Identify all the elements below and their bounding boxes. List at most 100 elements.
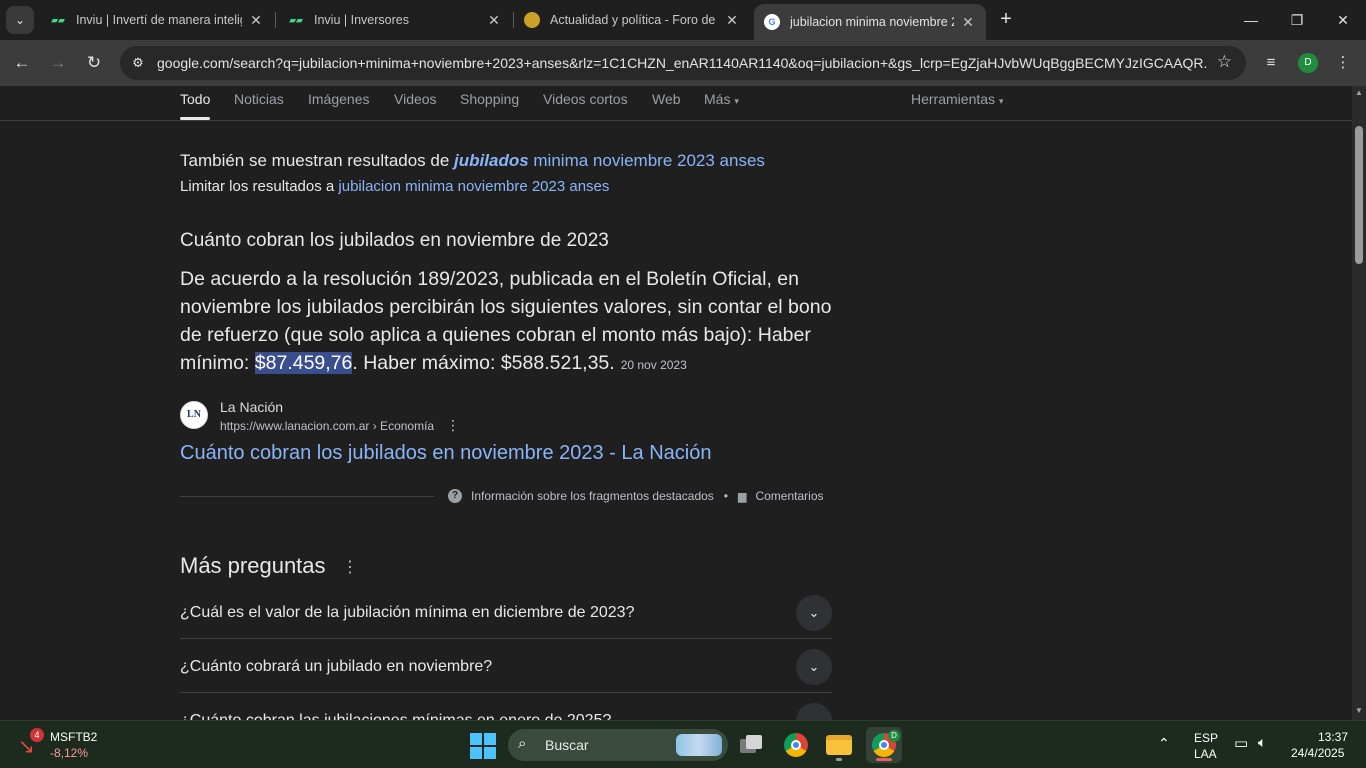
feedback-link[interactable]: Comentarios xyxy=(755,489,823,503)
snippet-date: 20 nov 2023 xyxy=(620,358,687,372)
original-query-link[interactable]: jubilacion minima noviembre 2023 anses xyxy=(338,178,609,195)
more-menu-icon[interactable]: ⋮ xyxy=(1332,52,1354,74)
corrected-query-link[interactable]: jubilados minima noviembre 2023 anses xyxy=(454,151,765,170)
chrome-icon xyxy=(784,733,808,757)
spelling-notice: También se muestran resultados de jubila… xyxy=(180,151,765,170)
question-row[interactable]: ¿Cuánto cobrará un jubilado en noviembre… xyxy=(180,640,832,693)
page-scrollbar[interactable]: ▲ ▼ xyxy=(1352,86,1366,720)
source-url[interactable]: https://www.lanacion.com.ar › Economía xyxy=(220,419,434,433)
network-icon[interactable]: ▭ xyxy=(1234,734,1248,752)
minimize-button[interactable]: — xyxy=(1228,6,1274,34)
chevron-down-icon: ⌄ xyxy=(14,13,26,27)
snippet-footer: ? Información sobre los fragmentos desta… xyxy=(448,489,824,503)
task-view-button[interactable] xyxy=(734,727,770,763)
question-row[interactable]: ¿Cuánto cobran las jubilaciones mínimas … xyxy=(180,694,832,720)
google-icon: G xyxy=(764,14,780,30)
result-menu-icon[interactable]: ⋮ xyxy=(446,417,460,434)
new-tab-button[interactable]: + xyxy=(994,8,1018,32)
media-controls-icon[interactable]: ≡ xyxy=(1260,52,1282,74)
tab-videos-cortos[interactable]: Videos cortos xyxy=(543,91,628,107)
tab-shopping[interactable]: Shopping xyxy=(460,91,519,107)
stock-change: -8,12% xyxy=(50,746,89,760)
restore-button[interactable]: ❐ xyxy=(1274,6,1320,34)
highlighted-value: $87.459,76 xyxy=(254,352,353,374)
scroll-up-icon[interactable]: ▲ xyxy=(1354,88,1364,97)
clock-date[interactable]: 24/4/2025 xyxy=(1291,746,1344,760)
tab-inviu-2[interactable]: ▰▰ Inviu | Inversores ✕ xyxy=(278,4,512,36)
site-info-icon[interactable]: ⚙ xyxy=(128,53,148,73)
search-tabs: Todo Noticias Imágenes Videos Shopping V… xyxy=(0,86,1352,121)
limit-results-notice: Limitar los resultados a jubilacion mini… xyxy=(180,178,610,195)
profile-avatar[interactable]: D xyxy=(1298,53,1318,73)
chrome-taskbar-button[interactable] xyxy=(778,727,814,763)
taskbar: ↘ 4 MSFTB2 -8,12% ⌕ Buscar D ⌃ ESP LAA ▭… xyxy=(0,720,1366,768)
close-tab-icon[interactable]: ✕ xyxy=(486,12,502,29)
divider xyxy=(180,496,434,497)
scroll-down-icon[interactable]: ▼ xyxy=(1354,706,1364,715)
inviu-logo-icon: ▰▰ xyxy=(51,14,65,25)
forum-icon xyxy=(524,12,540,28)
url-text[interactable]: google.com/search?q=jubilacion+minima+no… xyxy=(157,55,1207,71)
language-indicator[interactable]: ESP xyxy=(1194,731,1218,745)
file-explorer-button[interactable] xyxy=(821,727,857,763)
tab-videos[interactable]: Videos xyxy=(394,91,437,107)
close-window-button[interactable]: ✕ xyxy=(1320,6,1366,34)
chrome-profile-taskbar-button[interactable]: D xyxy=(866,727,902,763)
page-content: Todo Noticias Imágenes Videos Shopping V… xyxy=(0,86,1352,720)
inviu-logo-icon: ▰▰ xyxy=(289,14,303,25)
keyboard-layout[interactable]: LAA xyxy=(1194,747,1217,761)
chevron-down-icon[interactable]: ⌄ xyxy=(796,649,832,685)
feedback-icon: ▆ xyxy=(738,490,747,503)
bookmark-star-icon[interactable]: ☆ xyxy=(1217,52,1232,72)
about-snippets-link[interactable]: Información sobre los fragmentos destaca… xyxy=(471,489,714,503)
arrow-right-icon: → xyxy=(49,53,67,72)
stock-name: MSFTB2 xyxy=(50,730,98,744)
chevron-up-icon[interactable]: ⌃ xyxy=(1158,735,1170,752)
featured-snippet-body: De acuerdo a la resolución 189/2023, pub… xyxy=(180,268,832,374)
profile-badge: D xyxy=(888,730,900,742)
start-button[interactable] xyxy=(470,733,496,759)
more-questions-menu-icon[interactable]: ⋮ xyxy=(342,557,358,577)
tab-noticias[interactable]: Noticias xyxy=(234,91,284,107)
close-tab-icon[interactable]: ✕ xyxy=(248,12,264,29)
featured-snippet-title: Cuánto cobran los jubilados en noviembre… xyxy=(180,230,609,251)
close-tab-icon[interactable]: ✕ xyxy=(960,14,976,31)
tab-separator xyxy=(275,12,276,28)
reload-button[interactable]: ↻ xyxy=(80,49,108,77)
chevron-down-icon[interactable]: ⌄ xyxy=(796,595,832,631)
tab-imagenes[interactable]: Imágenes xyxy=(308,91,369,107)
result-title-link[interactable]: Cuánto cobran los jubilados en noviembre… xyxy=(180,442,711,465)
tab-strip: ⌄ ▰▰ Inviu | Invertí de manera inteligen… xyxy=(0,0,1366,40)
scrollbar-thumb[interactable] xyxy=(1355,126,1363,264)
tab-foro[interactable]: Actualidad y política - Foro de Rava ✕ xyxy=(514,4,750,36)
volume-icon[interactable]: 🔈︎ xyxy=(1258,734,1266,751)
tab-search-button[interactable]: ⌄ xyxy=(6,6,34,34)
help-icon: ? xyxy=(448,489,462,503)
back-button[interactable]: ← xyxy=(8,49,36,77)
search-icon: ⌕ xyxy=(518,735,527,752)
tab-inviu-1[interactable]: ▰▰ Inviu | Invertí de manera inteligente… xyxy=(40,4,274,36)
more-questions-title: Más preguntas xyxy=(180,553,326,578)
tools-button[interactable]: Herramientas ▾ xyxy=(911,91,1003,107)
tab-todo[interactable]: Todo xyxy=(180,91,210,107)
tab-mas[interactable]: Más ▾ xyxy=(704,91,739,107)
browser-toolbar: ← → ↻ ⚙ google.com/search?q=jubilacion+m… xyxy=(0,40,1366,86)
source-name[interactable]: La Nación xyxy=(220,399,283,415)
task-view-icon xyxy=(740,735,764,755)
forward-button[interactable]: → xyxy=(44,49,72,77)
clock-time[interactable]: 13:37 xyxy=(1318,730,1348,744)
tab-google-search[interactable]: G jubilacion minima noviembre 2023 ✕ xyxy=(754,4,986,40)
address-bar[interactable]: ⚙ google.com/search?q=jubilacion+minima+… xyxy=(120,46,1246,80)
close-tab-icon[interactable]: ✕ xyxy=(724,12,740,29)
source-logo[interactable]: LN xyxy=(180,401,208,429)
caret-down-icon: ▾ xyxy=(734,96,739,106)
chevron-down-icon[interactable]: ⌄ xyxy=(796,703,832,720)
folder-icon xyxy=(826,735,852,755)
question-row[interactable]: ¿Cuál es el valor de la jubilación mínim… xyxy=(180,586,832,639)
taskbar-search[interactable]: ⌕ Buscar xyxy=(508,729,728,761)
active-tab-indicator xyxy=(180,117,210,120)
arrow-left-icon: ← xyxy=(13,53,31,72)
tab-web[interactable]: Web xyxy=(652,91,681,107)
search-highlight-image xyxy=(676,734,722,756)
reload-icon: ↻ xyxy=(86,53,102,72)
